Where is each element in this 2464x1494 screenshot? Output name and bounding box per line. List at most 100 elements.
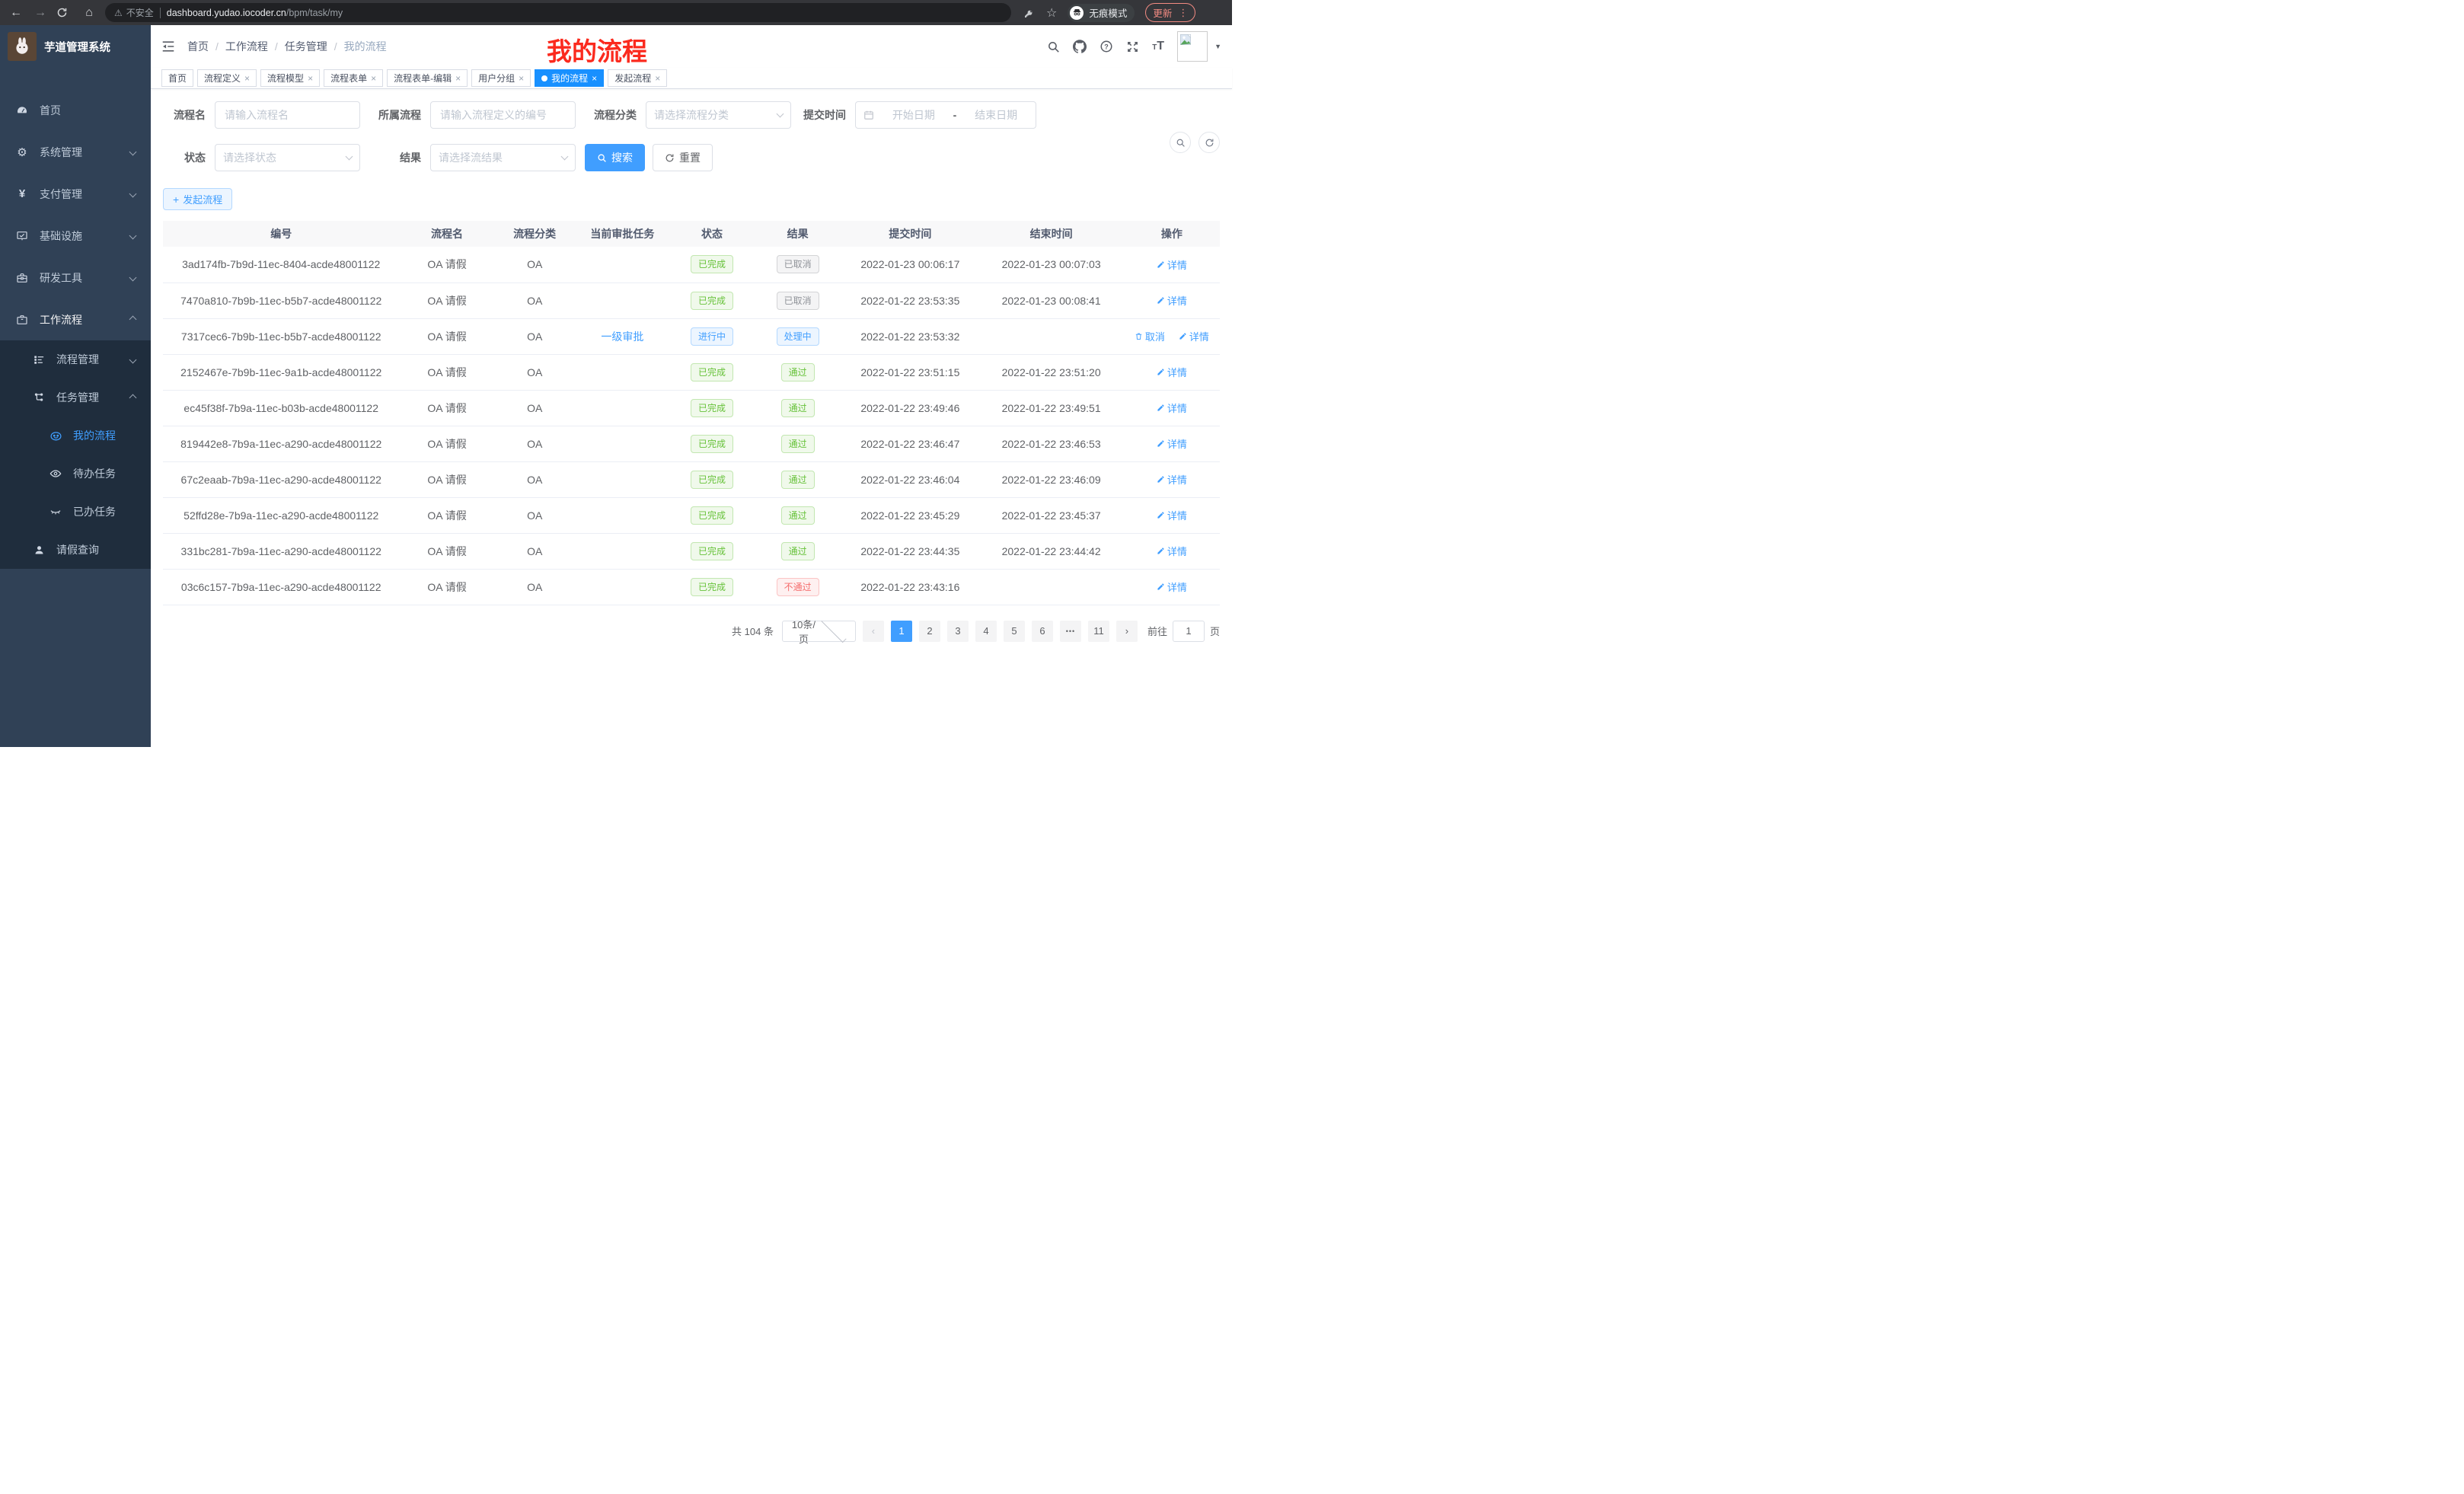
close-icon[interactable]: × (455, 73, 461, 84)
detail-link[interactable]: 详情 (1179, 329, 1209, 343)
jump-page-input[interactable] (1173, 621, 1205, 642)
list-icon (32, 354, 46, 366)
tab-process-form-edit[interactable]: 流程表单-编辑× (387, 69, 468, 87)
breadcrumb-task-mgmt[interactable]: 任务管理 (285, 39, 327, 54)
toggle-search-button[interactable] (1170, 132, 1191, 153)
sidebar-item-leave-query[interactable]: 请假查询 (0, 531, 151, 569)
process-name-input[interactable] (215, 101, 360, 129)
breadcrumb-workflow[interactable]: 工作流程 (225, 39, 268, 54)
app-logo-row[interactable]: 芋道管理系统 (0, 25, 151, 68)
close-icon[interactable]: × (308, 73, 313, 84)
sidebar-item-system[interactable]: ⚙ 系统管理 (0, 131, 151, 173)
sidebar-item-todo-tasks[interactable]: 待办任务 (0, 455, 151, 493)
sidebar-item-task-mgmt[interactable]: 任务管理 (0, 378, 151, 417)
browser-home-icon[interactable]: ⌂ (81, 6, 97, 20)
avatar-caret-icon[interactable]: ▼ (1214, 43, 1221, 50)
detail-link[interactable]: 详情 (1157, 257, 1187, 272)
sidebar-item-done-tasks[interactable]: 已办任务 (0, 493, 151, 531)
prev-page-button[interactable]: ‹ (863, 621, 884, 642)
close-icon[interactable]: × (244, 73, 250, 84)
detail-link[interactable]: 详情 (1157, 293, 1187, 308)
page-button-4[interactable]: 4 (975, 621, 997, 642)
page-button-11[interactable]: 11 (1088, 621, 1109, 642)
result-select[interactable]: 请选择流结果 (430, 144, 576, 171)
status-badge: 已完成 (691, 255, 733, 273)
result-badge: 通过 (781, 471, 815, 489)
result-badge: 已取消 (777, 292, 819, 310)
sidebar-item-payment[interactable]: ¥ 支付管理 (0, 173, 151, 215)
page-url[interactable]: dashboard.yudao.iocoder.cn/bpm/task/my (167, 8, 343, 18)
fullscreen-icon[interactable] (1126, 40, 1139, 53)
tab-process-form[interactable]: 流程表单× (324, 69, 383, 87)
status-select[interactable]: 请选择状态 (215, 144, 360, 171)
category-select[interactable]: 请选择流程分类 (646, 101, 791, 129)
detail-link[interactable]: 详情 (1157, 508, 1187, 522)
browser-forward-icon[interactable]: → (32, 6, 49, 20)
sidebar-item-home[interactable]: 首页 (0, 89, 151, 131)
page-button-6[interactable]: 6 (1032, 621, 1053, 642)
password-key-icon[interactable] (1023, 7, 1036, 19)
bookmark-star-icon[interactable]: ☆ (1046, 5, 1057, 21)
submit-time-range-picker[interactable]: 开始日期 - 结束日期 (855, 101, 1036, 129)
app-logo (8, 32, 37, 61)
security-indicator[interactable]: ⚠ 不安全 (114, 6, 154, 19)
sidebar-item-my-process[interactable]: 我的流程 (0, 417, 151, 455)
browser-menu-icon[interactable]: ⋮ (1178, 7, 1188, 19)
page-size-select[interactable]: 10条/页 (782, 621, 856, 642)
workflow-submenu: 流程管理 任务管理 我的流程 (0, 340, 151, 569)
close-icon[interactable]: × (371, 73, 376, 84)
detail-link[interactable]: 详情 (1157, 401, 1187, 415)
detail-link[interactable]: 详情 (1157, 365, 1187, 379)
sidebar-item-infrastructure[interactable]: 基础设施 (0, 215, 151, 257)
browser-reload-icon[interactable] (56, 7, 73, 18)
status-badge: 已完成 (691, 542, 733, 560)
sidebar-item-process-mgmt[interactable]: 流程管理 (0, 340, 151, 378)
reset-button[interactable]: 重置 (653, 144, 713, 171)
close-icon[interactable]: × (592, 73, 597, 84)
result-badge: 通过 (781, 542, 815, 560)
status-badge: 已完成 (691, 506, 733, 525)
browser-back-icon[interactable]: ← (8, 6, 24, 20)
filter-status-label: 状态 (163, 150, 215, 165)
avatar[interactable] (1177, 31, 1208, 62)
page-ellipsis[interactable]: ••• (1060, 621, 1081, 642)
filter-definition-label: 所属流程 (369, 107, 430, 123)
process-definition-input[interactable] (430, 101, 576, 129)
header-search-icon[interactable] (1047, 40, 1060, 53)
detail-link[interactable]: 详情 (1157, 436, 1187, 451)
sidebar-item-workflow[interactable]: 工作流程 (0, 298, 151, 340)
incognito-badge: 无痕模式 (1068, 4, 1135, 22)
refresh-button[interactable] (1198, 132, 1220, 153)
close-icon[interactable]: × (655, 73, 660, 84)
browser-update-button[interactable]: 更新 ⋮ (1145, 3, 1195, 22)
font-size-icon[interactable] (1152, 40, 1164, 53)
tab-process-definition[interactable]: 流程定义× (197, 69, 257, 87)
detail-link[interactable]: 详情 (1157, 544, 1187, 558)
cancel-link[interactable]: 取消 (1135, 329, 1165, 343)
page-button-2[interactable]: 2 (919, 621, 940, 642)
close-icon[interactable]: × (519, 73, 524, 84)
breadcrumb-home[interactable]: 首页 (187, 39, 209, 54)
github-icon[interactable] (1073, 40, 1087, 53)
sidebar-fold-icon[interactable] (161, 40, 175, 53)
next-page-button[interactable]: › (1116, 621, 1138, 642)
help-icon[interactable]: ? (1100, 40, 1113, 53)
page-button-1[interactable]: 1 (891, 621, 912, 642)
tab-home[interactable]: 首页 (161, 69, 193, 87)
approval-task-link[interactable]: 一级审批 (601, 330, 643, 343)
user-icon (32, 544, 46, 556)
detail-link[interactable]: 详情 (1157, 579, 1187, 594)
gear-icon: ⚙ (15, 145, 29, 159)
address-bar[interactable]: ⚠ 不安全 dashboard.yudao.iocoder.cn/bpm/tas… (105, 3, 1011, 22)
page-button-3[interactable]: 3 (947, 621, 969, 642)
page-content: 流程名 所属流程 流程分类 请选择流程分类 提交时间 (151, 89, 1232, 747)
start-process-button[interactable]: + 发起流程 (163, 188, 232, 210)
tab-user-group[interactable]: 用户分组× (471, 69, 531, 87)
sidebar-item-devtools[interactable]: 研发工具 (0, 257, 151, 298)
tab-process-model[interactable]: 流程模型× (260, 69, 320, 87)
page-button-5[interactable]: 5 (1004, 621, 1025, 642)
search-button[interactable]: 搜索 (585, 144, 645, 171)
tab-my-process[interactable]: 我的流程× (535, 69, 604, 87)
tab-start-process[interactable]: 发起流程× (608, 69, 667, 87)
detail-link[interactable]: 详情 (1157, 472, 1187, 487)
